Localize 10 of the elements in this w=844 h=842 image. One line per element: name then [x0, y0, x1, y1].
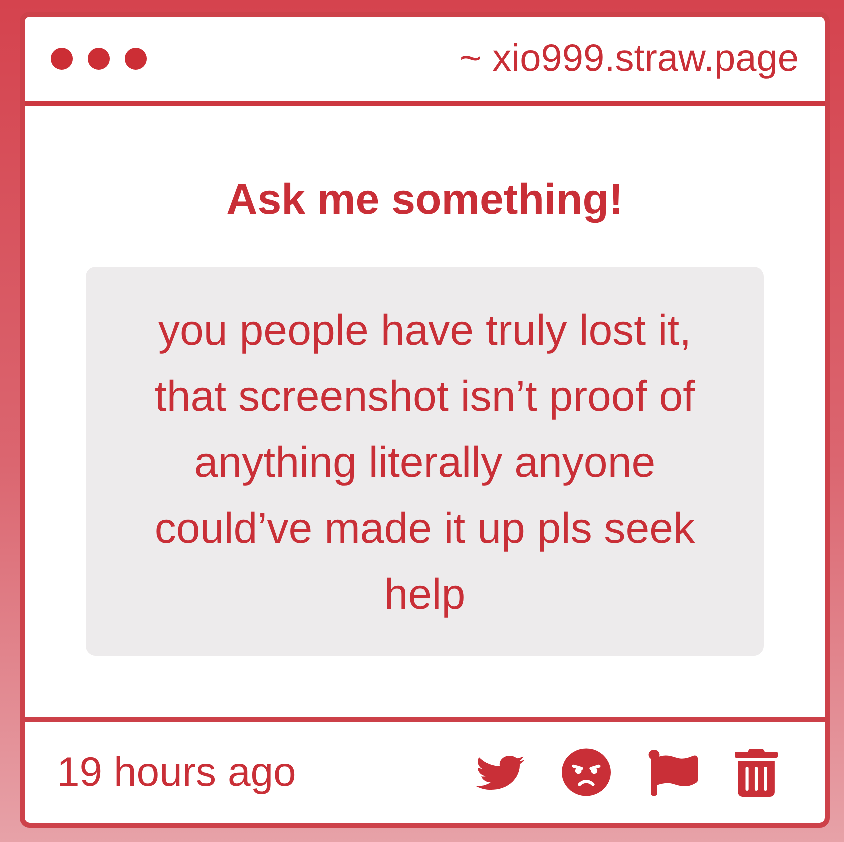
dot-icon: [125, 48, 147, 70]
flag-icon[interactable]: [648, 750, 698, 796]
page-address: ~ xio999.straw.page: [460, 38, 799, 80]
timestamp: 19 hours ago: [57, 749, 296, 796]
trash-icon[interactable]: [735, 748, 778, 796]
prompt-title: Ask me something!: [226, 175, 624, 225]
dot-icon: [51, 48, 73, 70]
question-text: you people have truly lost it, that screenshot isn’t proof of anything literally anyone could’ve made it up pls seek help: [154, 306, 696, 621]
angry-face-icon[interactable]: [562, 748, 611, 797]
dot-icon: [88, 48, 110, 70]
